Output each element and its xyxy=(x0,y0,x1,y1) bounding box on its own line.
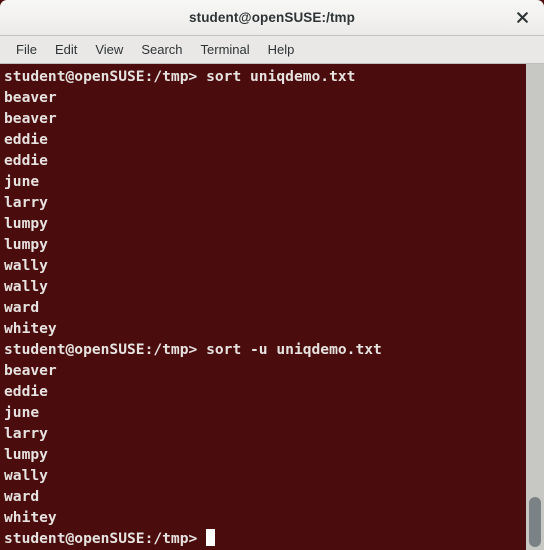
menu-item-edit[interactable]: Edit xyxy=(47,39,85,60)
terminal-line-output: whitey xyxy=(4,320,57,337)
terminal-line-output: wally xyxy=(4,257,48,274)
terminal-line-output: eddie xyxy=(4,152,48,169)
terminal-line-output: wally xyxy=(4,467,48,484)
terminal-line-output: eddie xyxy=(4,131,48,148)
scrollbar-thumb[interactable] xyxy=(529,497,541,547)
terminal-line-output: lumpy xyxy=(4,446,48,463)
terminal-area: student@openSUSE:/tmp> sort uniqdemo.txt… xyxy=(0,64,544,550)
menu-item-search[interactable]: Search xyxy=(133,39,190,60)
menu-item-view[interactable]: View xyxy=(87,39,131,60)
terminal-line-output: june xyxy=(4,404,40,421)
terminal-line-output: wally xyxy=(4,278,48,295)
menu-item-file[interactable]: File xyxy=(8,39,45,60)
close-icon[interactable] xyxy=(510,6,534,30)
terminal-scrollbar[interactable] xyxy=(526,64,544,550)
terminal-line-command: student@openSUSE:/tmp> sort uniqdemo.txt xyxy=(4,68,356,85)
terminal-line-output: beaver xyxy=(4,89,57,106)
terminal-line-command: student@openSUSE:/tmp> sort -u uniqdemo.… xyxy=(4,341,382,358)
terminal-window: student@openSUSE:/tmp File Edit View Sea… xyxy=(0,0,544,550)
terminal-line-prompt: student@openSUSE:/tmp> xyxy=(4,528,526,549)
window-title: student@openSUSE:/tmp xyxy=(188,10,355,25)
menubar: File Edit View Search Terminal Help xyxy=(0,36,544,64)
terminal-line-output: june xyxy=(4,173,40,190)
terminal-line-output: ward xyxy=(4,488,40,505)
terminal-line-output: lumpy xyxy=(4,236,48,253)
terminal-line-output: eddie xyxy=(4,383,48,400)
menu-item-terminal[interactable]: Terminal xyxy=(193,39,258,60)
terminal-line-output: beaver xyxy=(4,110,57,127)
terminal-line-output: lumpy xyxy=(4,215,48,232)
terminal-line-output: beaver xyxy=(4,362,57,379)
window-titlebar[interactable]: student@openSUSE:/tmp xyxy=(0,0,544,36)
terminal-line-output: whitey xyxy=(4,509,57,526)
terminal-line-output: larry xyxy=(4,425,48,442)
menu-item-help[interactable]: Help xyxy=(260,39,303,60)
terminal-cursor xyxy=(206,529,216,546)
terminal-line-output: larry xyxy=(4,194,48,211)
terminal-screen[interactable]: student@openSUSE:/tmp> sort uniqdemo.txt… xyxy=(0,64,526,550)
terminal-line-output: ward xyxy=(4,299,40,316)
